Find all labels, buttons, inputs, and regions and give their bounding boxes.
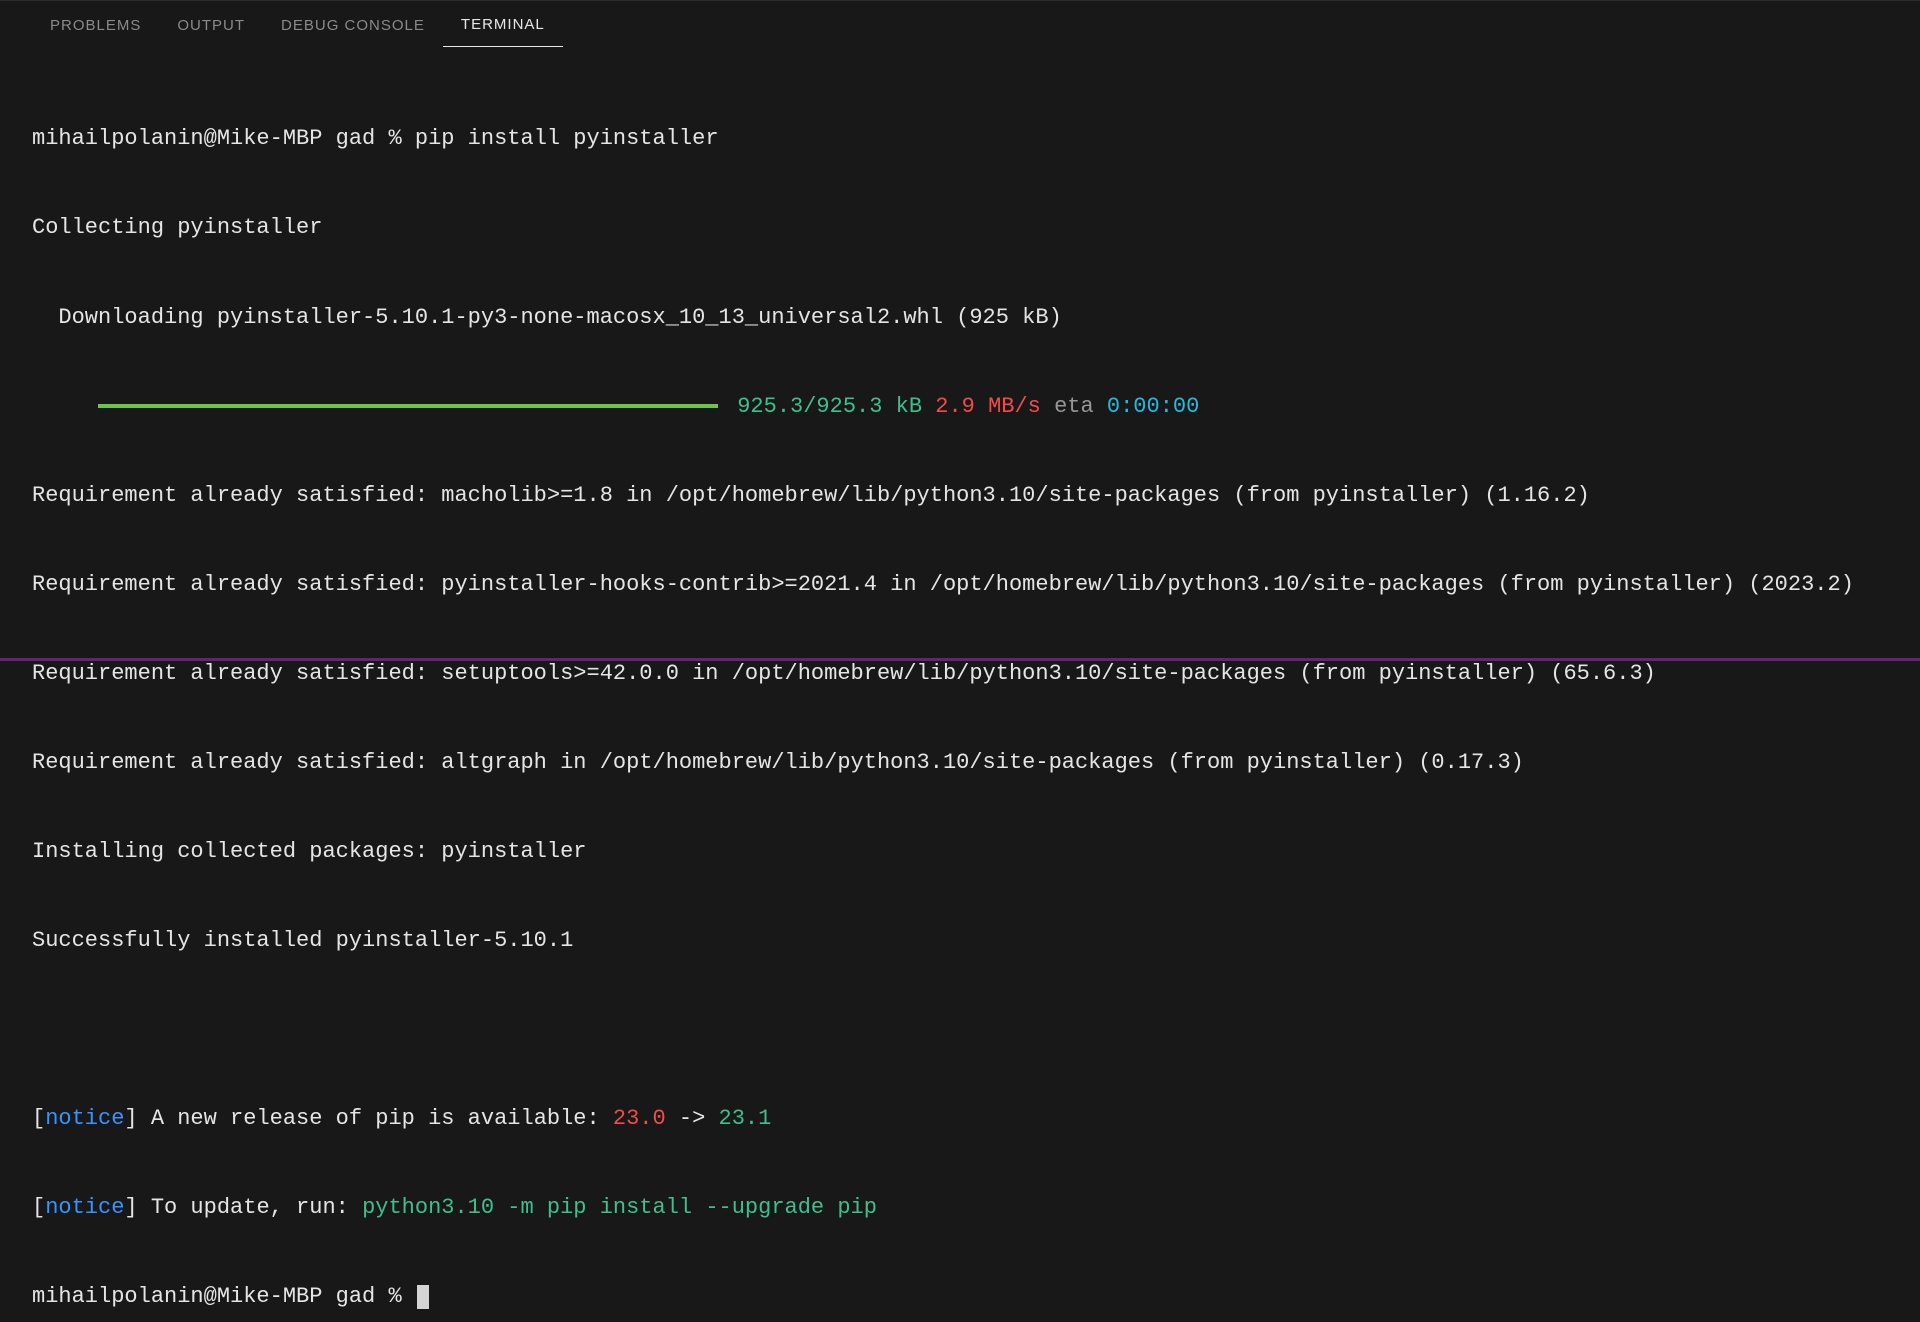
- notice-command: python3.10 -m pip install --upgrade pip: [362, 1195, 877, 1220]
- output-req1: Requirement already satisfied: macholib>…: [32, 481, 1888, 511]
- notice-old-version: 23.0: [613, 1106, 666, 1131]
- progress-indent: [32, 394, 98, 419]
- notice-new-version: 23.1: [719, 1106, 772, 1131]
- prompt-symbol: %: [388, 126, 401, 151]
- panel-container: PROBLEMS OUTPUT DEBUG CONSOLE TERMINAL m…: [0, 0, 1920, 661]
- progress-speed: 2.9 MB/s: [935, 394, 1041, 419]
- notice-arrow: ->: [666, 1106, 719, 1131]
- panel-tab-bar: PROBLEMS OUTPUT DEBUG CONSOLE TERMINAL: [0, 1, 1920, 47]
- prompt-dir: gad: [336, 126, 376, 151]
- notice-text: To update, run:: [138, 1195, 362, 1220]
- tab-problems[interactable]: PROBLEMS: [32, 2, 159, 47]
- terminal-prompt-line-2: mihailpolanin@Mike-MBP gad %: [32, 1282, 1888, 1312]
- output-downloading: Downloading pyinstaller-5.10.1-py3-none-…: [32, 303, 1888, 333]
- bracket-close: ]: [124, 1195, 137, 1220]
- bracket-open: [: [32, 1106, 45, 1131]
- output-req2: Requirement already satisfied: pyinstall…: [32, 570, 1888, 600]
- bracket-open: [: [32, 1195, 45, 1220]
- notice-text: A new release of pip is available:: [138, 1106, 613, 1131]
- output-notice1: [notice] A new release of pip is availab…: [32, 1104, 1888, 1134]
- output-req3: Requirement already satisfied: setuptool…: [32, 659, 1888, 689]
- tab-output[interactable]: OUTPUT: [159, 2, 263, 47]
- prompt-dir: gad: [336, 1284, 376, 1309]
- output-blank: [32, 1015, 1888, 1045]
- output-collecting: Collecting pyinstaller: [32, 213, 1888, 243]
- output-notice2: [notice] To update, run: python3.10 -m p…: [32, 1193, 1888, 1223]
- notice-label: notice: [45, 1195, 124, 1220]
- command-text: pip install pyinstaller: [415, 126, 719, 151]
- output-installing: Installing collected packages: pyinstall…: [32, 837, 1888, 867]
- cursor-icon: [417, 1285, 429, 1309]
- terminal-prompt-line: mihailpolanin@Mike-MBP gad % pip install…: [32, 124, 1888, 154]
- progress-eta: 0:00:00: [1107, 394, 1199, 419]
- progress-size: 925.3/925.3 kB: [737, 394, 922, 419]
- bracket-close: ]: [124, 1106, 137, 1131]
- prompt-user: mihailpolanin@Mike-MBP: [32, 126, 322, 151]
- output-progress: 925.3/925.3 kB 2.9 MB/s eta 0:00:00: [32, 392, 1888, 422]
- prompt-user: mihailpolanin@Mike-MBP: [32, 1284, 322, 1309]
- tab-terminal[interactable]: TERMINAL: [443, 1, 563, 47]
- notice-label: notice: [45, 1106, 124, 1131]
- output-req4: Requirement already satisfied: altgraph …: [32, 748, 1888, 778]
- tab-debug-console[interactable]: DEBUG CONSOLE: [263, 2, 443, 47]
- progress-bar: [98, 404, 718, 408]
- terminal-output[interactable]: mihailpolanin@Mike-MBP gad % pip install…: [0, 47, 1920, 1322]
- output-success: Successfully installed pyinstaller-5.10.…: [32, 926, 1888, 956]
- progress-eta-label: eta: [1054, 394, 1094, 419]
- prompt-symbol: %: [388, 1284, 401, 1309]
